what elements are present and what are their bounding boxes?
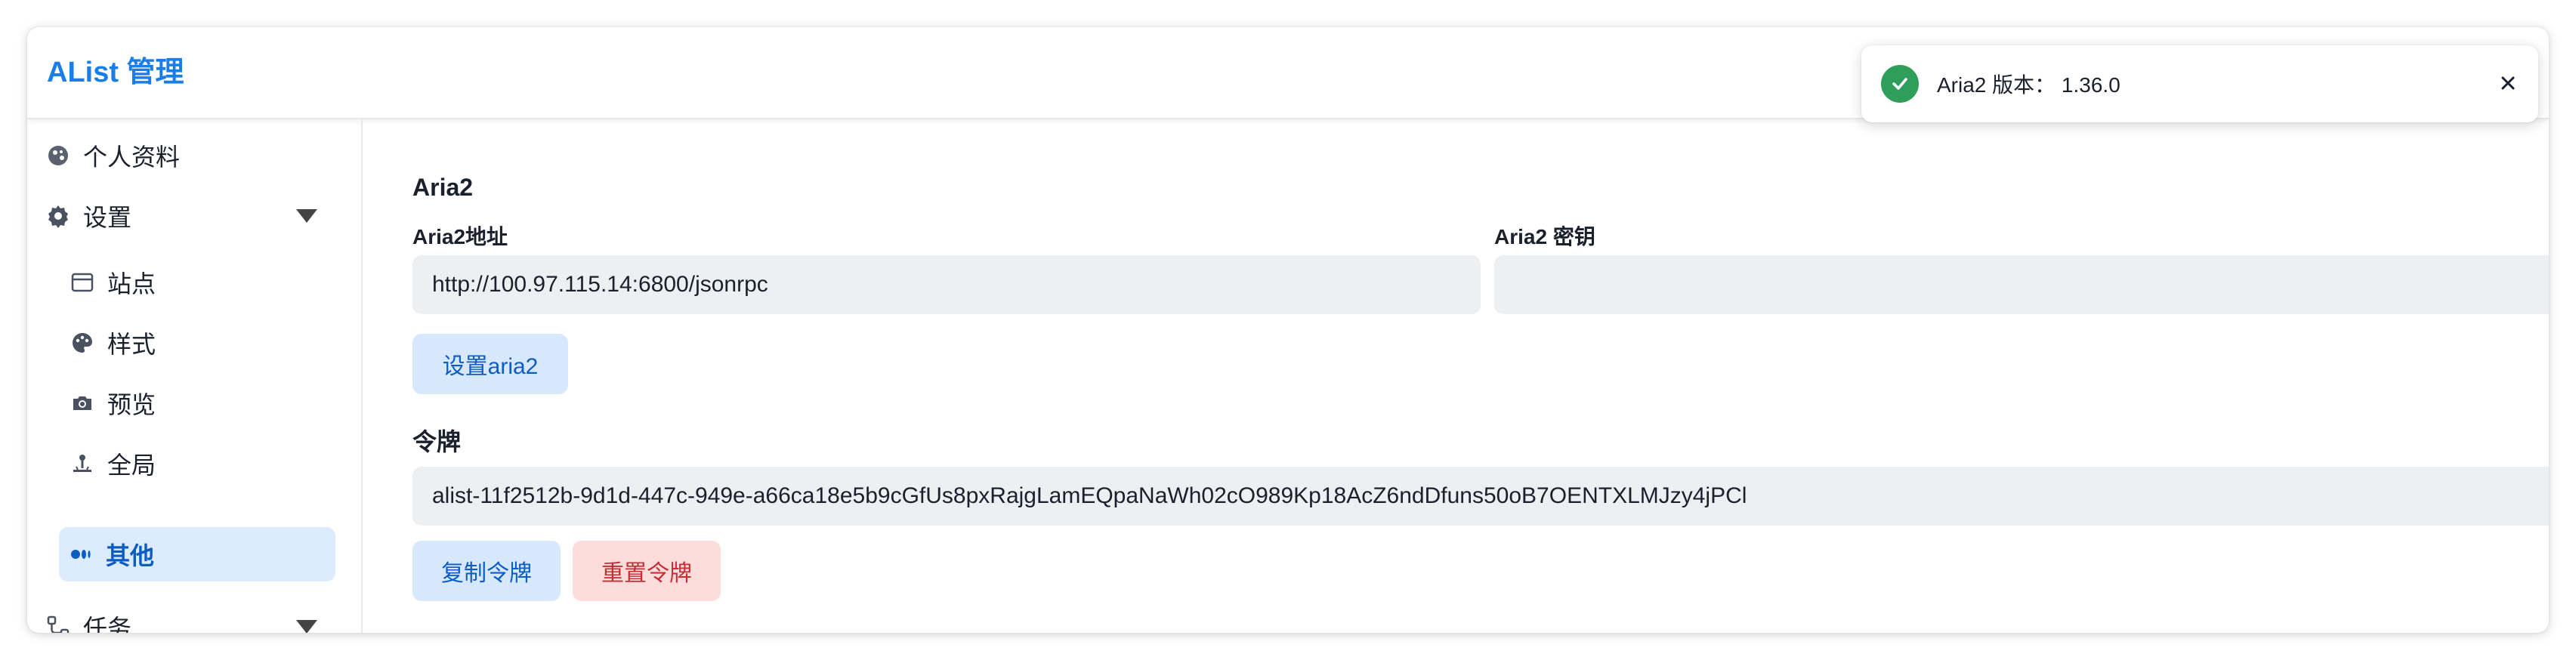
aria2-secret-label: Aria2 密钥	[1494, 225, 1595, 248]
sidebar-item-settings[interactable]: 设置	[45, 189, 363, 243]
sidebar-item-style[interactable]: 样式	[69, 316, 347, 370]
copy-token-button[interactable]: 复制令牌	[412, 541, 561, 601]
success-toast: Aria2 版本： 1.36.0	[1861, 45, 2538, 122]
other-icon	[68, 541, 94, 567]
app-title[interactable]: AList 管理	[47, 54, 184, 91]
gear-icon	[45, 203, 71, 229]
aria2-section-title: Aria2	[412, 174, 474, 201]
sidebar-item-label: 样式	[107, 331, 156, 358]
set-aria2-button[interactable]: 设置aria2	[412, 334, 568, 394]
close-icon[interactable]	[2496, 71, 2520, 95]
sidebar-item-label: 站点	[107, 270, 156, 298]
sidebar-item-label: 任务	[83, 615, 132, 633]
palette-icon	[69, 330, 95, 356]
sidebar-item-site[interactable]: 站点	[69, 255, 347, 310]
main-content: Aria2 Aria2地址 Aria2 密钥 http://100.97.115…	[364, 119, 2549, 633]
tasks-icon	[45, 614, 71, 633]
chevron-down-icon[interactable]	[296, 620, 317, 633]
sidebar-item-label: 全局	[107, 452, 156, 479]
sidebar-item-label: 预览	[107, 391, 156, 418]
aria2-secret-input[interactable]	[1494, 255, 2549, 314]
aria2-url-label: Aria2地址	[412, 225, 508, 248]
token-input[interactable]: alist-11f2512b-9d1d-447c-949e-a66ca18e5b…	[412, 467, 2549, 526]
token-section-title: 令牌	[412, 428, 462, 455]
camera-icon	[69, 390, 95, 416]
sidebar-item-profile[interactable]: 个人资料	[45, 128, 347, 183]
toast-message: Aria2 版本： 1.36.0	[1937, 73, 2120, 97]
sidebar-item-label: 设置	[83, 204, 132, 231]
sidebar-item-global[interactable]: 全局	[69, 436, 347, 491]
sidebar-item-label: 其他	[106, 542, 155, 569]
reset-token-button[interactable]: 重置令牌	[573, 541, 721, 601]
sidebar-item-preview[interactable]: 预览	[69, 376, 347, 430]
sidebar-item-other[interactable]: 其他	[59, 527, 335, 581]
aria2-url-input[interactable]: http://100.97.115.14:6800/jsonrpc	[412, 255, 1481, 314]
check-circle-icon	[1881, 65, 1919, 103]
site-icon	[69, 270, 95, 295]
sidebar-item-label: 个人资料	[83, 143, 181, 171]
profile-icon	[45, 143, 71, 168]
joystick-icon	[69, 451, 95, 476]
chevron-down-icon[interactable]	[296, 209, 317, 223]
sidebar-item-tasks[interactable]: 任务	[45, 600, 363, 633]
sidebar: 个人资料 设置 站点 样式 预览 全局 其他 任务	[27, 119, 363, 633]
admin-panel: AList 管理 个人资料 设置 站点 样式 预览 全局 其他 任务 Aria2…	[27, 27, 2549, 633]
